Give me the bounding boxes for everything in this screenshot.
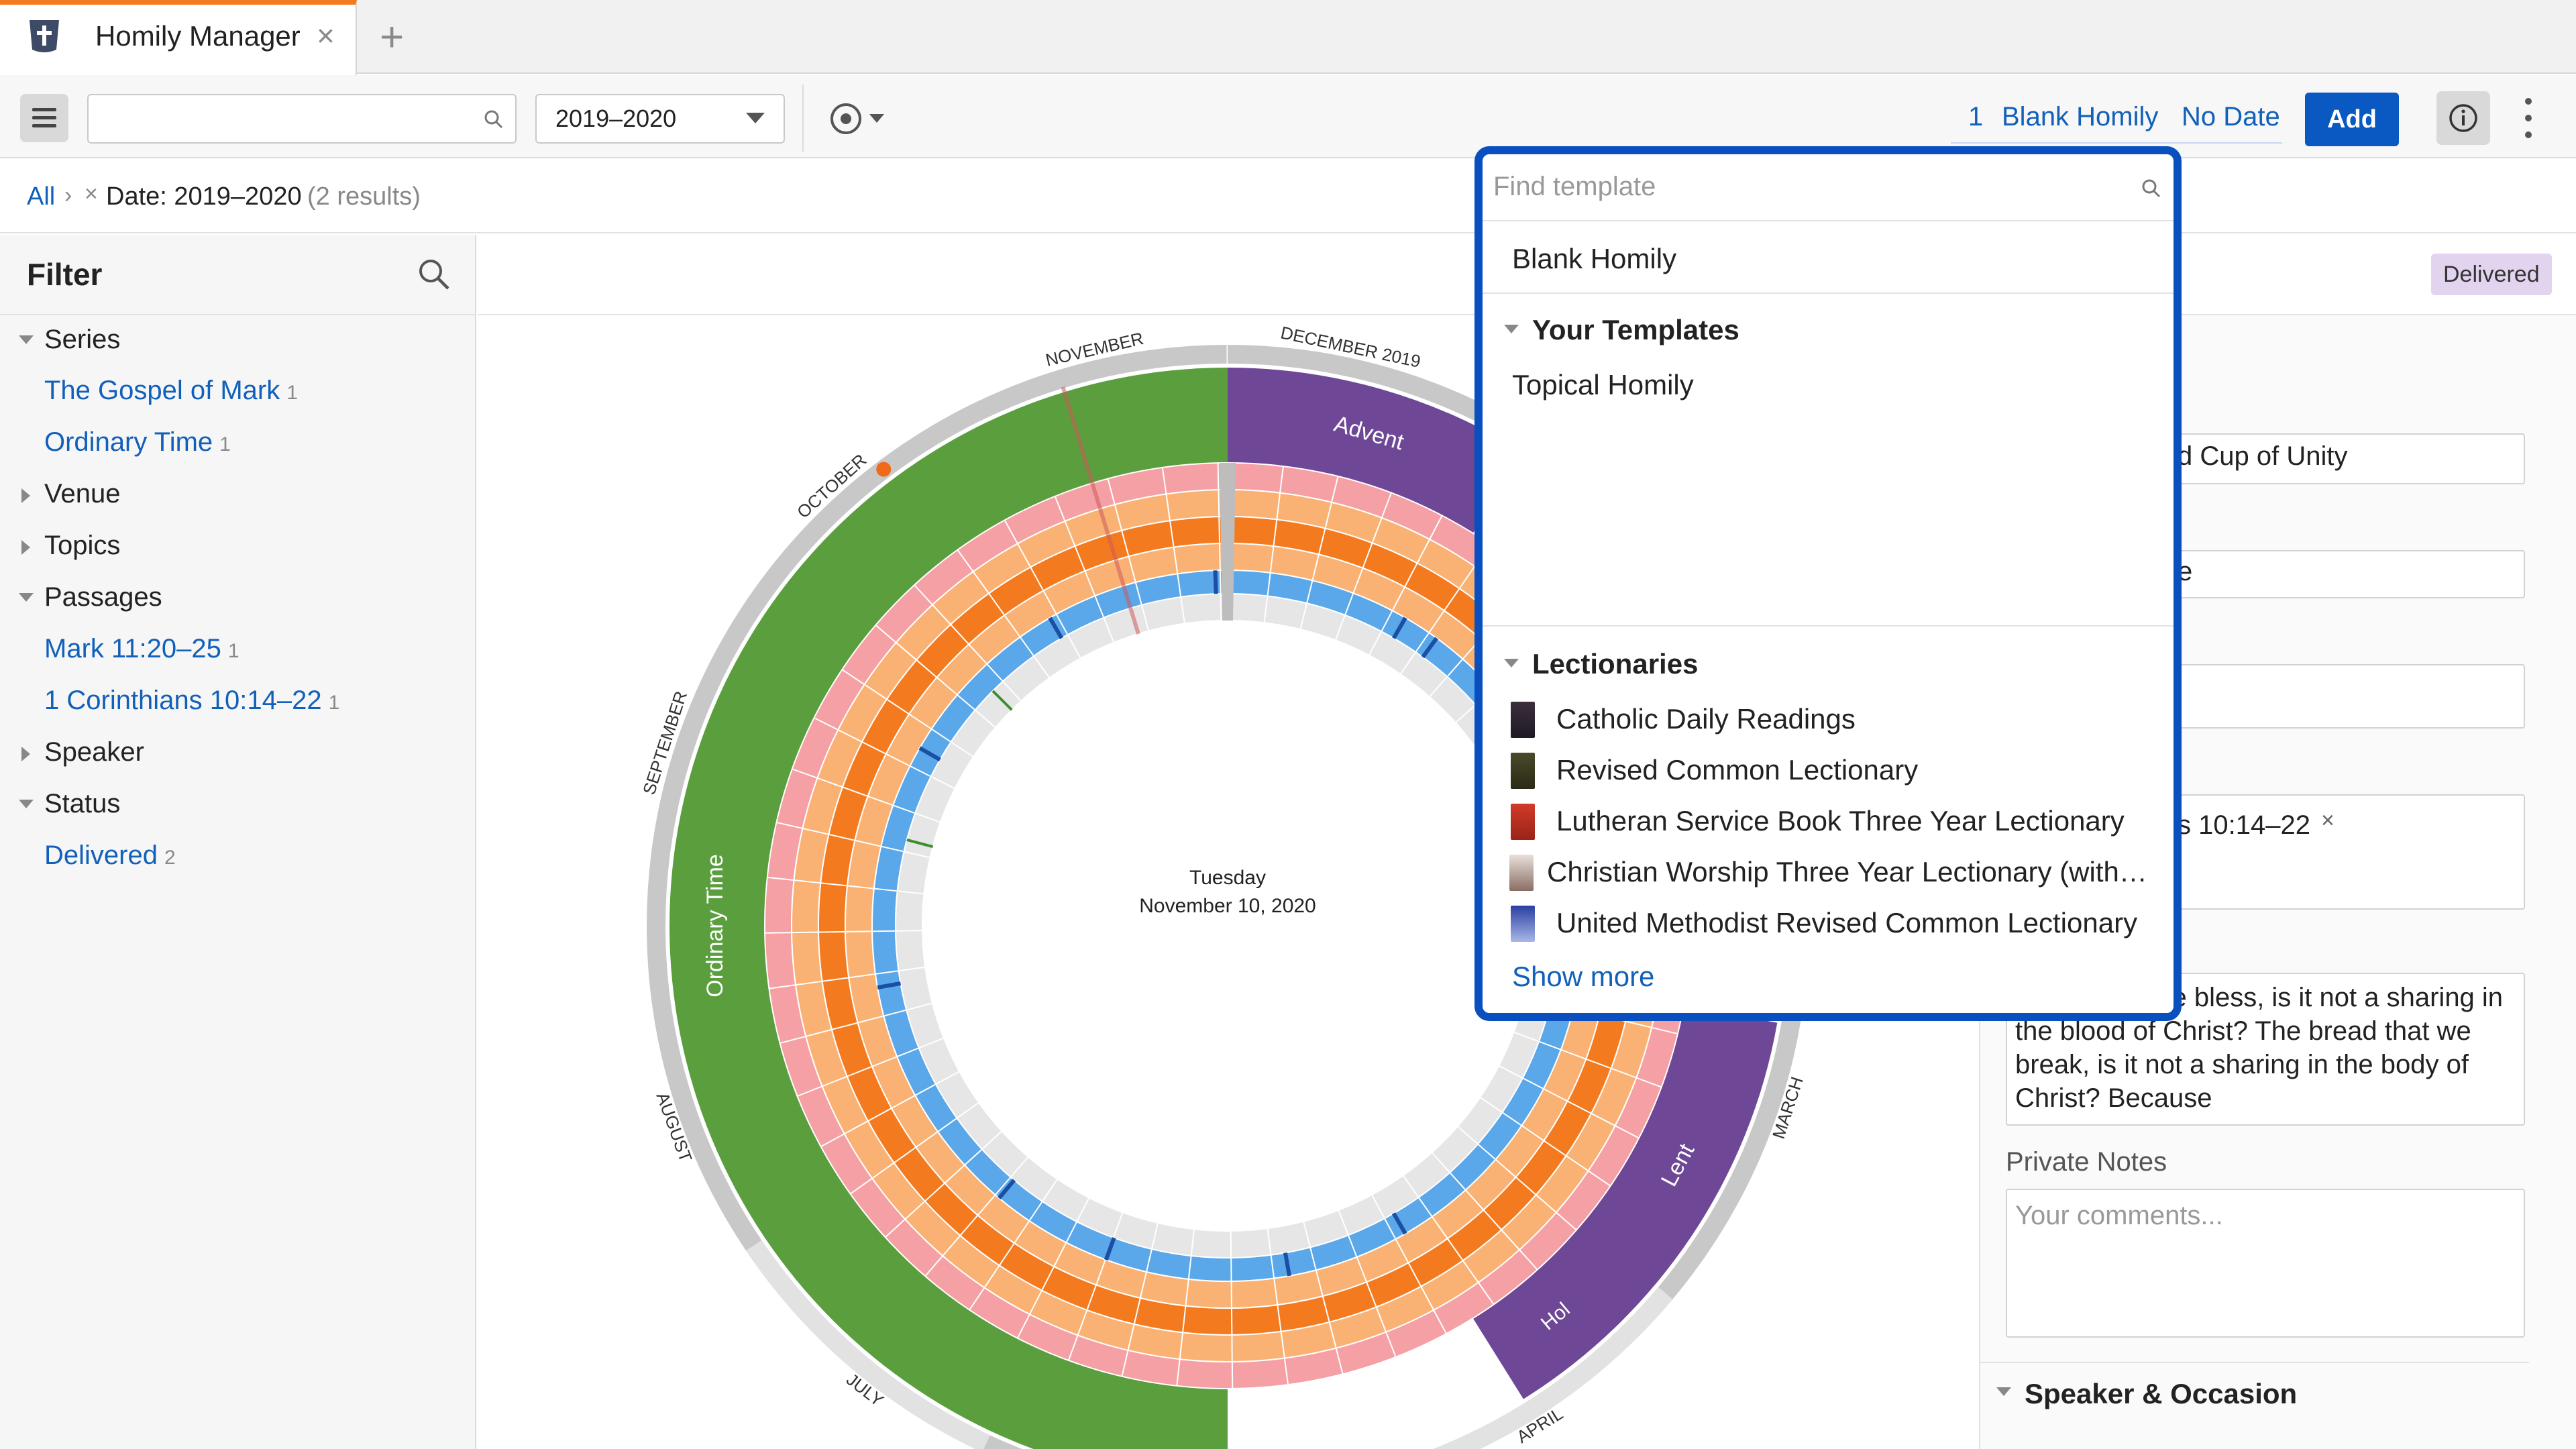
search-icon bbox=[2142, 179, 2161, 198]
expand-triangle-icon[interactable] bbox=[21, 488, 30, 503]
find-template-placeholder: Find template bbox=[1493, 172, 1656, 201]
dropdown-divider bbox=[1483, 625, 2174, 627]
menu-button[interactable] bbox=[20, 94, 68, 142]
facet-status[interactable]: Status bbox=[44, 789, 120, 819]
chevron-down-icon[interactable] bbox=[869, 114, 884, 123]
collapse-triangle-icon[interactable] bbox=[1504, 659, 1519, 667]
collapse-triangle-icon[interactable] bbox=[19, 800, 34, 808]
lectionaries-heading[interactable]: Lectionaries bbox=[1532, 648, 1698, 680]
search-input[interactable] bbox=[87, 94, 517, 144]
template-topical-homily[interactable]: Topical Homily bbox=[1512, 369, 1694, 401]
collapse-triangle-icon[interactable] bbox=[1504, 325, 1519, 333]
collapse-triangle-icon[interactable] bbox=[1996, 1387, 2011, 1396]
show-more-link[interactable]: Show more bbox=[1512, 961, 1654, 993]
template-blank-homily[interactable]: Blank Homily bbox=[1512, 243, 1676, 275]
facet-item-count: 1 bbox=[227, 640, 239, 662]
facet-item-label: Ordinary Time bbox=[44, 427, 213, 457]
breadcrumb-date-filter: Date: 2019–2020 bbox=[106, 182, 302, 211]
dropdown-divider bbox=[1483, 292, 2174, 294]
add-button[interactable]: Add bbox=[2305, 93, 2399, 146]
breadcrumb-separator: › bbox=[64, 182, 72, 208]
lectionary-item[interactable]: Lutheran Service Book Three Year Lection… bbox=[1556, 805, 2125, 837]
status-badge: Delivered bbox=[2431, 254, 2552, 295]
book-cover-icon bbox=[1509, 855, 1534, 891]
lectionary-item[interactable]: Christian Worship Three Year Lectionary … bbox=[1547, 856, 2147, 888]
facet-item-label: Mark 11:20–25 bbox=[44, 634, 221, 663]
section-divider bbox=[1979, 1362, 2529, 1363]
result-count: (2 results) bbox=[307, 182, 421, 211]
remove-filter-icon[interactable]: × bbox=[85, 181, 98, 207]
wheel-center bbox=[922, 621, 1533, 1232]
facet-passages[interactable]: Passages bbox=[44, 582, 162, 612]
filter-title: Filter bbox=[27, 257, 103, 292]
homily-count: 1 bbox=[1968, 102, 1984, 131]
selected-date: November 10, 2020 bbox=[1139, 895, 1316, 917]
breadcrumb-all-link[interactable]: All bbox=[27, 182, 55, 211]
facet-topics[interactable]: Topics bbox=[44, 531, 120, 561]
passage-tag: s 10:14–22 bbox=[2178, 810, 2310, 840]
facet-venue[interactable]: Venue bbox=[44, 479, 120, 509]
facet-item-count: 1 bbox=[286, 382, 298, 404]
toolbar-underline bbox=[1951, 142, 2282, 144]
facet-item[interactable]: Ordinary Time 1 bbox=[44, 427, 231, 458]
facet-item-label: 1 Corinthians 10:14–22 bbox=[44, 686, 322, 715]
chevron-down-icon bbox=[746, 113, 765, 123]
lectionary-item[interactable]: Revised Common Lectionary bbox=[1556, 754, 1918, 786]
facet-item-count: 2 bbox=[164, 847, 176, 869]
remove-tag-icon[interactable]: × bbox=[2321, 808, 2334, 834]
selected-day: Tuesday bbox=[1189, 867, 1266, 889]
info-icon bbox=[2449, 104, 2477, 132]
no-date-link[interactable]: No Date bbox=[2182, 102, 2280, 132]
today-dot bbox=[876, 462, 892, 477]
expand-triangle-icon[interactable] bbox=[21, 540, 30, 555]
collapse-triangle-icon[interactable] bbox=[19, 593, 34, 602]
facet-item-label: The Gospel of Mark bbox=[44, 376, 280, 405]
title-value: d Cup of Unity bbox=[2178, 441, 2348, 471]
tab-title: Homily Manager bbox=[95, 20, 301, 52]
season-label-ordinary-time: Ordinary Time bbox=[702, 854, 728, 998]
facet-item[interactable]: Delivered 2 bbox=[44, 841, 176, 871]
date-range-value: 2019–2020 bbox=[555, 105, 677, 132]
new-tab-button[interactable]: + bbox=[380, 13, 404, 61]
lectionary-item[interactable]: Catholic Daily Readings bbox=[1556, 703, 1856, 735]
facet-speaker[interactable]: Speaker bbox=[44, 737, 144, 767]
facet-item[interactable]: 1 Corinthians 10:14–22 1 bbox=[44, 686, 339, 716]
book-cover-icon bbox=[1511, 906, 1535, 942]
private-notes-placeholder: Your comments... bbox=[2015, 1201, 2223, 1230]
book-cover-icon bbox=[1511, 702, 1535, 738]
app-logo-icon bbox=[30, 20, 59, 52]
close-tab-icon[interactable]: × bbox=[317, 17, 335, 54]
facet-item-count: 1 bbox=[219, 433, 231, 455]
book-cover-icon bbox=[1511, 753, 1535, 789]
private-notes-label: Private Notes bbox=[2006, 1147, 2167, 1177]
speaker-occasion-section[interactable]: Speaker & Occasion bbox=[2025, 1378, 2297, 1410]
facet-item[interactable]: Mark 11:20–25 1 bbox=[44, 634, 239, 664]
target-icon[interactable] bbox=[828, 101, 864, 137]
book-cover-icon bbox=[1511, 804, 1535, 840]
collapse-triangle-icon[interactable] bbox=[19, 335, 34, 344]
blank-homily-link[interactable]: Blank Homily bbox=[2002, 102, 2158, 132]
search-icon[interactable] bbox=[416, 256, 452, 292]
facet-item-count: 1 bbox=[328, 692, 340, 714]
lectionary-item[interactable]: United Methodist Revised Common Lectiona… bbox=[1556, 907, 2137, 939]
facet-series[interactable]: Series bbox=[44, 325, 120, 355]
toolbar-divider bbox=[802, 85, 804, 152]
more-options-icon[interactable] bbox=[2524, 98, 2533, 138]
expand-triangle-icon[interactable] bbox=[21, 747, 30, 761]
facet-item[interactable]: The Gospel of Mark 1 bbox=[44, 376, 298, 406]
template-dropdown bbox=[1474, 146, 2182, 1021]
your-templates-heading[interactable]: Your Templates bbox=[1532, 314, 1739, 346]
search-icon bbox=[484, 110, 503, 129]
year-seam bbox=[1219, 463, 1236, 621]
facet-item-label: Delivered bbox=[44, 841, 158, 870]
